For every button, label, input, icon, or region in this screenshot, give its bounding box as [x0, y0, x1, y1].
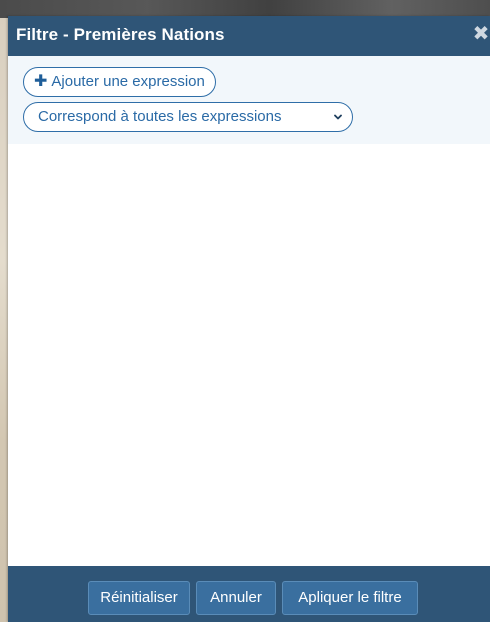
filter-dialog: Filtre - Premières Nations ✖ ✚ Ajouter un…: [8, 16, 490, 622]
apply-filter-button[interactable]: Apliquer le filtre: [282, 581, 418, 615]
dialog-footer: Réinitialiser Annuler Apliquer le filtre: [8, 566, 490, 622]
chevron-down-icon: [334, 114, 342, 120]
dialog-titlebar: Filtre - Premières Nations ✖: [8, 16, 490, 56]
dialog-title: Filtre - Premières Nations: [16, 25, 225, 44]
cancel-button[interactable]: Annuler: [196, 581, 276, 615]
reset-button[interactable]: Réinitialiser: [88, 581, 190, 615]
match-mode-value: Correspond à toutes les expressions: [38, 108, 282, 125]
plus-icon: ✚: [34, 73, 48, 90]
add-expression-label: Ajouter une expression: [51, 73, 205, 90]
map-background-left: [0, 18, 8, 622]
close-icon[interactable]: ✖: [472, 23, 490, 45]
add-expression-button[interactable]: ✚ Ajouter une expression: [23, 67, 216, 97]
match-mode-select[interactable]: Correspond à toutes les expressions: [23, 102, 353, 132]
